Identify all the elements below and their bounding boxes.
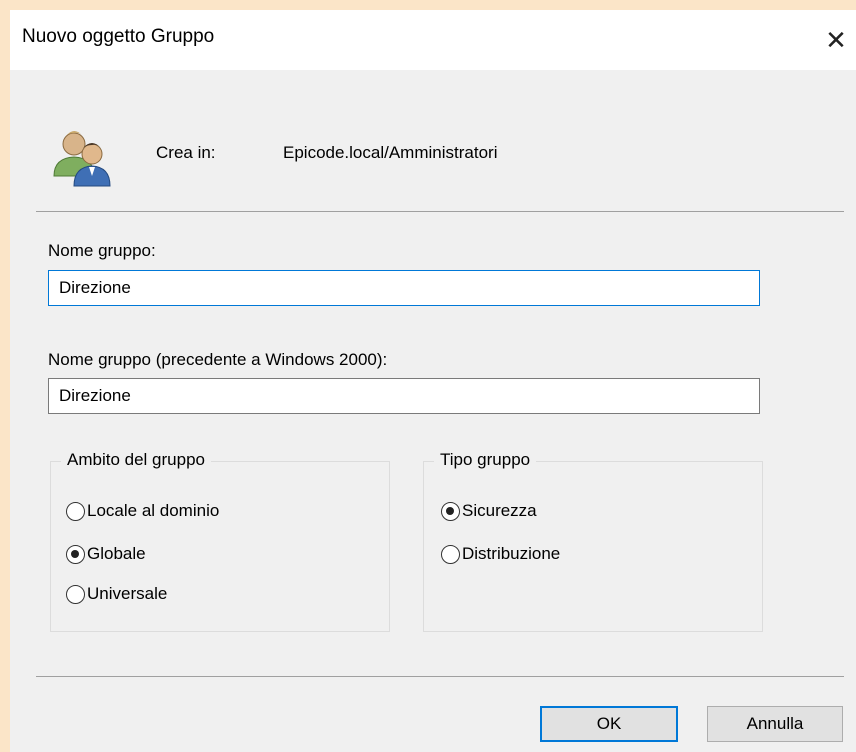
group-name-label: Nome gruppo: <box>48 241 156 260</box>
title-bar: Nuovo oggetto Gruppo ✕ <box>10 10 856 70</box>
radio-universale[interactable]: Universale <box>66 584 167 604</box>
close-icon[interactable]: ✕ <box>816 20 856 60</box>
dialog-body: Crea in: Epicode.local/Amministratori No… <box>10 70 856 752</box>
top-separator <box>36 211 844 212</box>
radio-label: Sicurezza <box>462 501 537 520</box>
radio-checked-icon <box>441 501 460 521</box>
bottom-separator <box>36 676 844 677</box>
create-in-value: Epicode.local/Amministratori <box>283 143 498 162</box>
radio-locale-dominio[interactable]: Locale al dominio <box>66 501 219 521</box>
radio-checked-icon <box>66 544 85 564</box>
radio-unchecked-icon <box>441 544 460 564</box>
create-in-label: Crea in: <box>156 143 216 162</box>
radio-globale[interactable]: Globale <box>66 544 146 564</box>
radio-label: Globale <box>87 544 146 563</box>
radio-label: Locale al dominio <box>87 501 220 520</box>
dialog-window: Nuovo oggetto Gruppo ✕ Crea in: Epicode.… <box>10 10 856 752</box>
radio-label: Distribuzione <box>462 544 561 563</box>
legacy-name-field[interactable]: Direzione <box>48 378 760 414</box>
group-type-legend: Tipo gruppo <box>434 450 537 470</box>
radio-distribuzione[interactable]: Distribuzione <box>441 544 560 564</box>
group-scope-legend: Ambito del gruppo <box>61 450 211 470</box>
users-group-icon <box>53 131 111 187</box>
radio-sicurezza[interactable]: Sicurezza <box>441 501 537 521</box>
group-name-field[interactable]: Direzione <box>48 270 760 306</box>
ok-button[interactable]: OK <box>540 706 678 742</box>
window-title: Nuovo oggetto Gruppo <box>22 26 215 47</box>
group-type-box: Tipo gruppo Sicurezza Distribuzione <box>423 450 763 632</box>
legacy-name-label: Nome gruppo (precedente a Windows 2000): <box>48 350 388 369</box>
cancel-button[interactable]: Annulla <box>707 706 843 742</box>
radio-unchecked-icon <box>66 501 85 521</box>
radio-unchecked-icon <box>66 584 85 604</box>
radio-label: Universale <box>87 584 168 603</box>
group-scope-box: Ambito del gruppo Locale al dominio Glob… <box>50 450 390 632</box>
